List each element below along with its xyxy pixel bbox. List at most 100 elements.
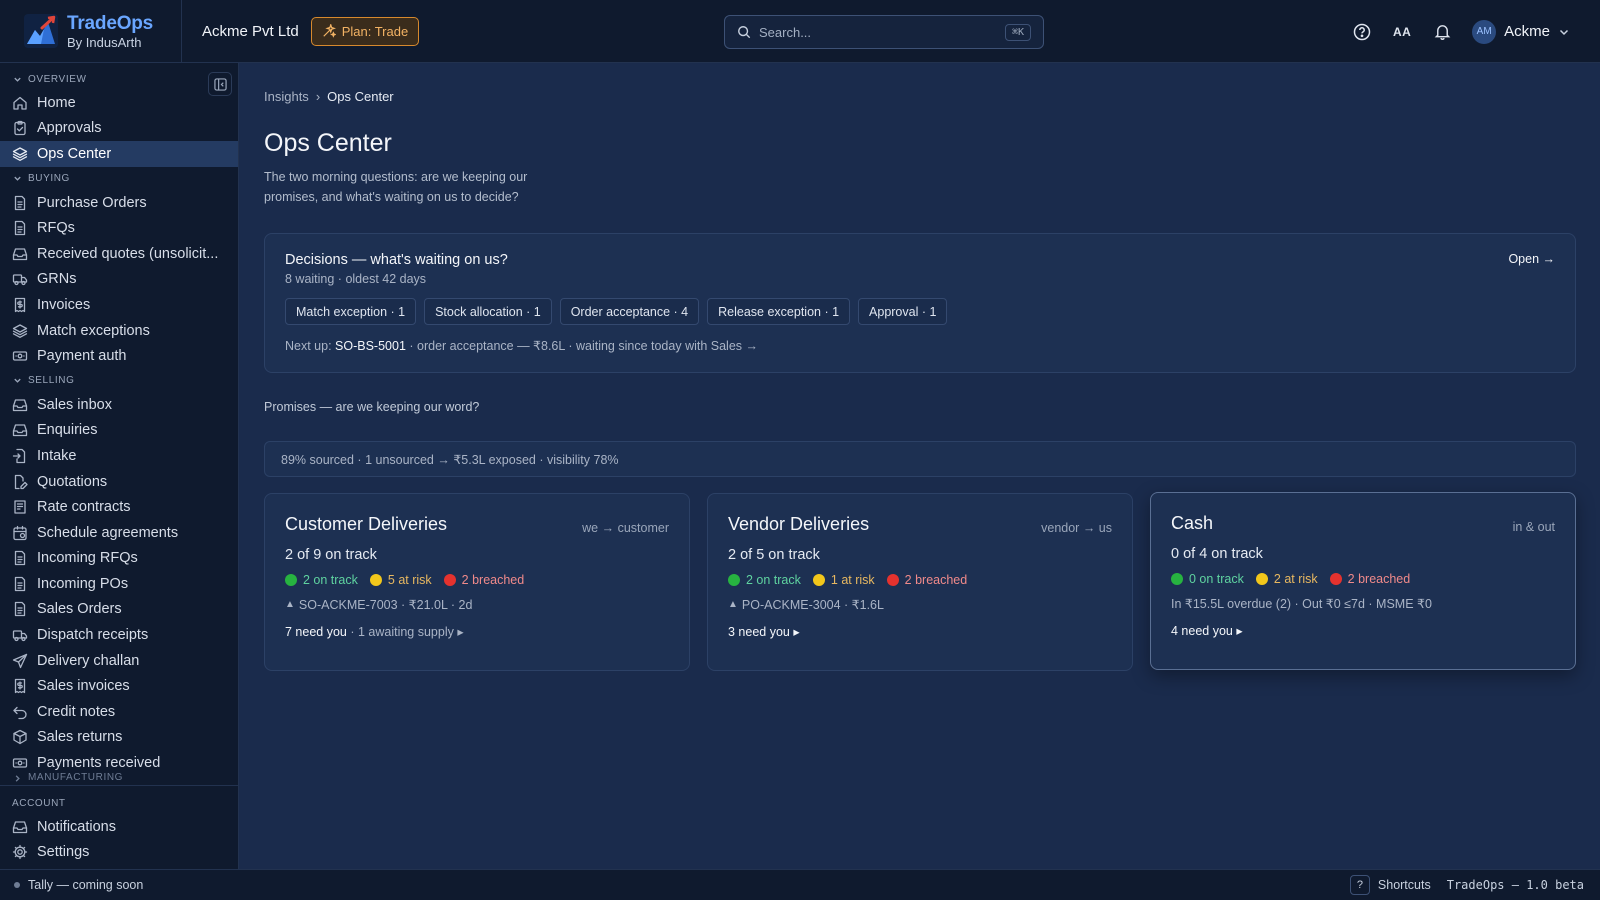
shortcuts-link[interactable]: Shortcuts — [1378, 878, 1431, 892]
sidebar-item-sales-invoices[interactable]: Sales invoices — [0, 673, 238, 699]
contract-icon — [14, 500, 26, 514]
sidebar-item-payments-received[interactable]: Payments received — [0, 750, 238, 776]
sidebar-item-dispatch-receipts[interactable]: Dispatch receipts — [0, 622, 238, 648]
sidebar-item-label: Settings — [37, 844, 90, 861]
decisions-open-link[interactable]: Open → — [1508, 252, 1555, 266]
font-size-toggle[interactable]: AA — [1392, 22, 1412, 42]
card-direction: vendor → us — [1041, 521, 1112, 535]
file-edit-icon — [14, 474, 28, 489]
sidebar-item-received-quotes-unsolicit[interactable]: Received quotes (unsolicit... — [0, 241, 238, 267]
section-selling[interactable]: SELLING — [0, 370, 238, 392]
org-name[interactable]: Ackme Pvt Ltd — [202, 23, 299, 40]
sidebar-item-home[interactable]: Home — [0, 90, 238, 116]
card-detail[interactable]: In ₹15.5L overdue (2) · Out ₹0 ≤7d · MSM… — [1171, 596, 1555, 611]
detail-text: In ₹15.5L overdue (2) · Out ₹0 ≤7d · MSM… — [1171, 597, 1432, 611]
receipt-icon — [14, 679, 26, 694]
sidebar-item-notifications[interactable]: Notifications — [0, 814, 238, 840]
vendor-deliveries-card[interactable]: Vendor Deliveries vendor → us 2 of 5 on … — [707, 493, 1133, 671]
sidebar-item-approvals[interactable]: Approvals — [0, 116, 238, 142]
chip-release-exception[interactable]: Release exception · 1 — [707, 298, 851, 325]
sidebar-item-invoices[interactable]: Invoices — [0, 292, 238, 318]
layers-icon — [12, 147, 28, 161]
search-input[interactable] — [759, 24, 997, 40]
yellow-dot-icon — [812, 574, 825, 586]
status-breached: 2 breached — [886, 573, 968, 587]
promises-summary[interactable]: 89% sourced · 1 unsourced → ₹5.3L expose… — [264, 441, 1576, 477]
card-detail[interactable]: ▲ PO-ACKME-3004 · ₹1.6L — [728, 597, 1112, 612]
next-up-detail: · order acceptance — ₹8.6L · waiting sin… — [405, 339, 759, 353]
need-count: 3 need you ▸ — [728, 625, 800, 639]
status-on-track: 0 on track — [1171, 572, 1244, 586]
sidebar-item-sales-inbox[interactable]: Sales inbox — [0, 392, 238, 418]
sidebar-item-payment-auth[interactable]: Payment auth — [0, 343, 238, 369]
card-track: 2 of 9 on track — [285, 547, 377, 563]
file-import-icon — [12, 448, 26, 464]
status-dot-icon — [14, 882, 20, 888]
user-menu[interactable]: AM Ackme — [1472, 19, 1570, 44]
undo-icon — [13, 706, 27, 720]
chip-stock-allocation[interactable]: Stock allocation · 1 — [424, 298, 552, 325]
sidebar-collapse-button[interactable] — [208, 72, 232, 96]
status-label: 2 breached — [904, 573, 968, 587]
cash-card[interactable]: Cash in & out 0 of 4 on track 0 on track… — [1150, 492, 1576, 670]
search-bar[interactable]: ⌘K — [724, 15, 1044, 49]
status-label: 2 on track — [303, 573, 358, 587]
promises-heading: Promises — are we keeping our word? — [264, 400, 480, 414]
breadcrumb-current: Ops Center — [327, 89, 394, 104]
sidebar-item-rfqs[interactable]: RFQs — [0, 215, 238, 241]
sidebar-item-ops-center[interactable]: Ops Center — [0, 141, 238, 167]
section-buying[interactable]: BUYING — [0, 168, 238, 190]
main-content: Insights › Ops Center Ops Center The two… — [239, 63, 1600, 869]
status-label: 2 breached — [461, 573, 525, 587]
sparkle-icon — [323, 24, 336, 38]
clipboard-check-icon — [14, 121, 26, 136]
sidebar-item-rate-contracts[interactable]: Rate contracts — [0, 494, 238, 520]
sidebar-item-match-exceptions[interactable]: Match exceptions — [0, 318, 238, 344]
sidebar-item-incoming-rfqs[interactable]: Incoming RFQs — [0, 546, 238, 572]
document-icon — [14, 551, 26, 566]
sidebar-item-incoming-pos[interactable]: Incoming POs — [0, 571, 238, 597]
plan-badge[interactable]: Plan: Trade — [310, 16, 420, 46]
customer-deliveries-card[interactable]: Customer Deliveries we → customer 2 of 9… — [264, 493, 690, 671]
sidebar-item-purchase-orders[interactable]: Purchase Orders — [0, 190, 238, 216]
sidebar-item-intake[interactable]: Intake — [0, 443, 238, 469]
tally-status: Tally — coming soon — [0, 878, 143, 892]
section-overview[interactable]: OVERVIEW — [0, 68, 238, 90]
card-detail[interactable]: ▲ SO-ACKME-7003 · ₹21.0L · 2d — [285, 597, 669, 612]
status-on-track: 2 on track — [728, 573, 801, 587]
inbox-icon — [12, 399, 28, 411]
breadcrumb-parent[interactable]: Insights — [264, 89, 309, 104]
card-need[interactable]: 4 need you ▸ — [1171, 623, 1555, 638]
app-version: TradeOps — 1.0 beta — [1446, 878, 1584, 892]
chevron-down-icon — [1559, 29, 1569, 35]
sidebar-item-credit-notes[interactable]: Credit notes — [0, 699, 238, 725]
sidebar-item-label: Rate contracts — [37, 499, 131, 516]
sidebar-item-label: Approvals — [37, 120, 102, 137]
bell-icon[interactable] — [1432, 22, 1452, 42]
card-need[interactable]: 7 need you · 1 awaiting supply ▸ — [285, 624, 669, 639]
sidebar-item-sales-orders[interactable]: Sales Orders — [0, 597, 238, 623]
shortcuts-key[interactable]: ? — [1349, 875, 1370, 895]
chip-match-exception[interactable]: Match exception · 1 — [285, 298, 417, 325]
help-icon[interactable] — [1352, 22, 1372, 42]
card-need[interactable]: 3 need you ▸ — [728, 624, 1112, 639]
sidebar-item-quotations[interactable]: Quotations — [0, 469, 238, 495]
status-on-track: 2 on track — [285, 573, 358, 587]
brand[interactable]: TradeOps By IndusArth — [0, 0, 182, 62]
sidebar-item-schedule-agreements[interactable]: Schedule agreements — [0, 520, 238, 546]
sidebar-item-label: Received quotes (unsolicit... — [37, 245, 219, 262]
section-label: MANUFACTURING — [28, 773, 124, 783]
chip-approval[interactable]: Approval · 1 — [858, 298, 948, 325]
next-up-link[interactable]: Next up: SO-BS-5001 · order acceptance —… — [285, 338, 1555, 353]
sidebar-item-grns[interactable]: GRNs — [0, 267, 238, 293]
panel-left-icon — [213, 77, 227, 91]
sidebar-item-sales-returns[interactable]: Sales returns — [0, 725, 238, 751]
sidebar-item-label: Match exceptions — [37, 322, 150, 339]
chip-order-acceptance[interactable]: Order acceptance · 4 — [559, 298, 700, 325]
status-at-risk: 2 at risk — [1255, 572, 1318, 586]
section-label: BUYING — [28, 173, 70, 185]
sidebar-item-settings[interactable]: Settings — [0, 840, 238, 866]
sidebar-item-enquiries[interactable]: Enquiries — [0, 418, 238, 444]
sidebar-item-delivery-challan[interactable]: Delivery challan — [0, 648, 238, 674]
status-row: 2 on track 5 at risk 2 breached — [285, 573, 669, 587]
